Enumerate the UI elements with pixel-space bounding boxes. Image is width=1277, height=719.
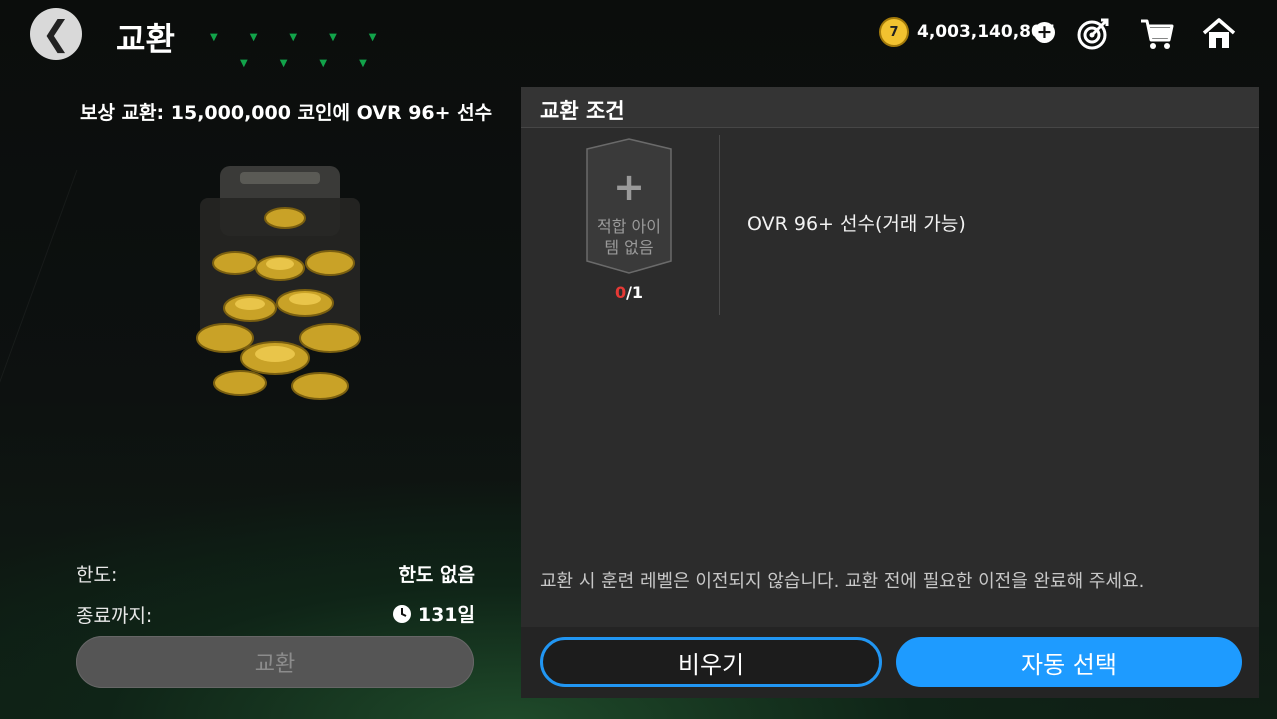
panel-footer: 비우기 자동 선택 [521,627,1259,698]
clear-button[interactable]: 비우기 [540,637,882,687]
background-decoration [0,170,79,590]
slot-count-total: /1 [626,283,644,302]
home-icon[interactable] [1201,16,1237,52]
auto-select-button[interactable]: 자동 선택 [896,637,1242,687]
limit-value: 한도 없음 [398,560,475,587]
slot-empty-line2: 템 없음 [604,238,654,257]
add-coins-button[interactable]: + [1034,22,1055,43]
end-value: 131일 [392,600,475,627]
end-label: 종료까지: [76,605,153,627]
target-icon[interactable] [1075,16,1111,52]
add-item-icon: + [613,165,645,209]
top-bar: ❮ 교환 7 4,003,140,807 + [0,0,1277,72]
notice-text: 교환 시 훈련 레벨은 이전되지 않습니다. 교환 전에 필요한 이전을 완료해… [540,571,1145,592]
slot-count: 0/1 [583,283,675,302]
clock-icon [392,604,411,623]
limit-value-text: 한도 없음 [398,564,475,586]
end-value-text: 131일 [417,604,475,626]
slot-empty-line1: 적합 아이 [597,217,661,236]
coin-icon: 7 [879,17,909,47]
divider [719,135,720,315]
reward-caption: 보상 교환: 15,000,000 코인에 OVR 96+ 선수 [80,102,493,124]
slot-empty-text: 적합 아이 템 없음 [583,216,675,258]
exchange-button[interactable]: 교환 [76,636,474,688]
cart-icon[interactable] [1139,16,1175,52]
chevron-left-icon: ❮ [41,14,71,54]
requirement-text: OVR 96+ 선수(거래 가능) [747,213,966,235]
panel-header: 교환 조건 [521,87,1259,128]
exchange-conditions-panel: 교환 조건 + 적합 아이 템 없음 0/1 OVR 96+ 선수(거래 가능)… [521,87,1259,698]
page-title: 교환 [116,20,175,58]
slot-count-have: 0 [614,283,627,302]
coins-bag-image [196,166,361,400]
panel-title: 교환 조건 [540,99,625,123]
back-button[interactable]: ❮ [30,8,82,60]
limit-label: 한도: [76,564,118,586]
